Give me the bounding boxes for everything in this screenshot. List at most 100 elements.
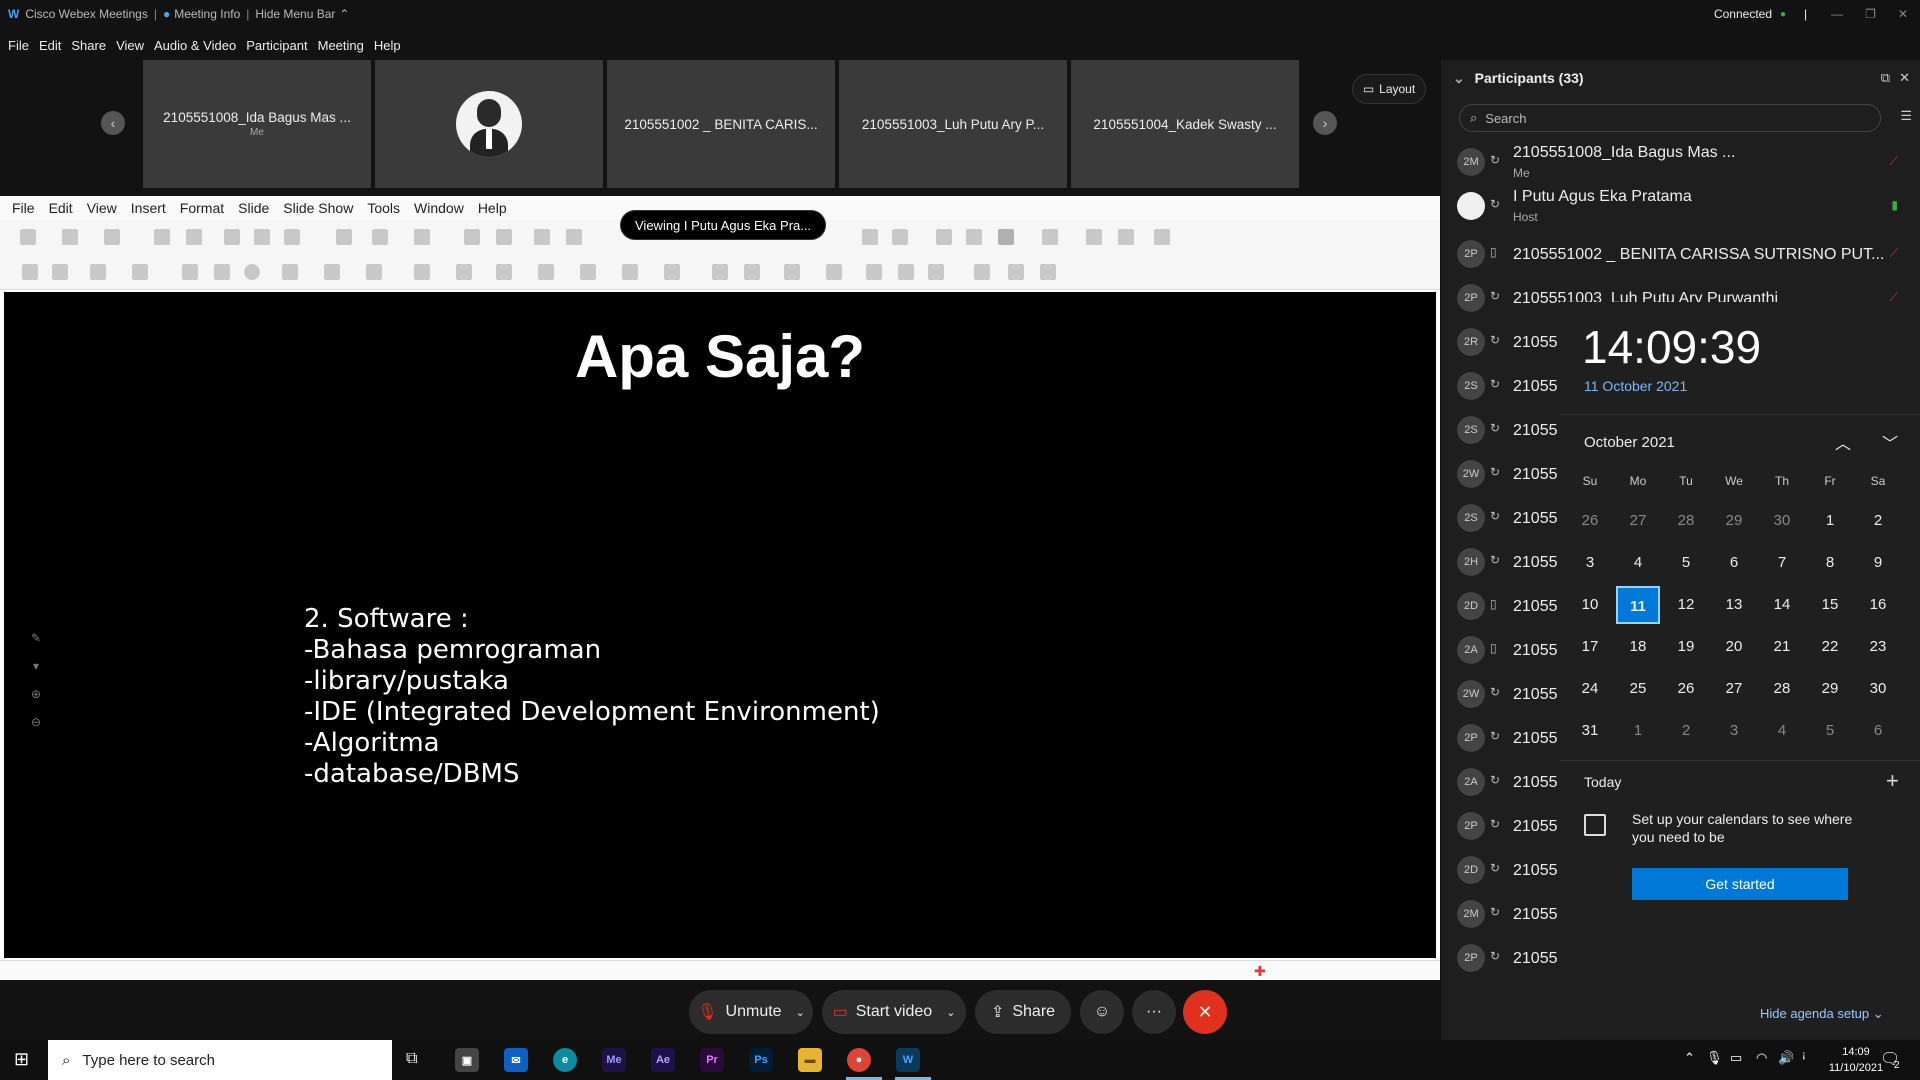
video-thumb[interactable]: 2105551003_Luh Putu Ary P... xyxy=(839,60,1067,188)
app-menu-help[interactable]: Help xyxy=(478,200,507,216)
app-menu-file[interactable]: File xyxy=(12,200,35,216)
app-menu-insert[interactable]: Insert xyxy=(131,200,166,216)
slide-canvas[interactable]: Apa Saja? 2. Software : -Bahasa pemrogra… xyxy=(4,292,1436,958)
clone-icon[interactable] xyxy=(336,229,352,245)
calendar-day[interactable]: 20 xyxy=(1712,628,1756,666)
minimize-icon[interactable]: — xyxy=(1831,7,1843,21)
meeting-info-link[interactable]: Meeting Info xyxy=(174,7,240,21)
calendar-day[interactable]: 6 xyxy=(1712,544,1756,582)
copy-icon[interactable] xyxy=(254,229,270,245)
arrow-icon[interactable] xyxy=(282,264,298,280)
add-event-icon[interactable]: + xyxy=(1886,768,1899,794)
calendar-day[interactable]: 30 xyxy=(1856,670,1900,708)
participants-search-input[interactable]: ⌕ Search xyxy=(1459,104,1881,132)
hyperlink-icon[interactable] xyxy=(966,229,982,245)
menu-participant[interactable]: Participant xyxy=(246,38,307,53)
video-thumb[interactable]: 2105551008_Ida Bagus Mas ... Me xyxy=(143,60,371,188)
app-menu-format[interactable]: Format xyxy=(180,200,224,216)
calendar-day[interactable]: 8 xyxy=(1808,544,1852,582)
paste-icon[interactable] xyxy=(284,229,300,245)
menu-help[interactable]: Help xyxy=(374,38,401,53)
calendar-day[interactable]: 30 xyxy=(1760,502,1804,540)
calendar-day[interactable]: 16 xyxy=(1856,586,1900,624)
save-icon[interactable] xyxy=(104,229,120,245)
ellipse-icon[interactable] xyxy=(244,264,260,280)
volume-icon[interactable]: 🔊 xyxy=(1778,1050,1794,1066)
calendar-day[interactable]: 23 xyxy=(1856,628,1900,666)
chrome-icon[interactable]: ● xyxy=(847,1048,871,1072)
print-icon[interactable] xyxy=(186,229,202,245)
new-icon[interactable] xyxy=(20,229,36,245)
shadow-icon[interactable] xyxy=(866,264,882,280)
spelling-icon[interactable] xyxy=(496,229,512,245)
reactions-button[interactable]: ☺ xyxy=(1080,990,1124,1034)
taskbar-search-input[interactable]: ⌕ Type here to search xyxy=(48,1040,392,1080)
filter-icon[interactable] xyxy=(928,264,944,280)
calendar-day[interactable]: 4 xyxy=(1760,712,1804,750)
calendar-day[interactable]: 15 xyxy=(1808,586,1852,624)
meeting-info-icon[interactable]: ● xyxy=(163,7,170,21)
participants-header[interactable]: ⌄ Participants (33) xyxy=(1453,70,1584,87)
start-video-button[interactable]: ▭ Start video ⌄ xyxy=(822,990,966,1034)
next-month-icon[interactable]: ﹀ xyxy=(1882,430,1898,454)
photoshop-icon[interactable]: Ps xyxy=(749,1048,773,1072)
line-color-icon[interactable] xyxy=(132,264,148,280)
clear-annotation-icon[interactable]: ▾ xyxy=(26,656,46,676)
fill-color-icon[interactable] xyxy=(90,264,106,280)
app-menu-slideshow[interactable]: Slide Show xyxy=(283,200,353,216)
wifi-icon[interactable]: ◠ xyxy=(1756,1050,1767,1066)
chevron-down-icon[interactable]: ⌄ xyxy=(796,1006,805,1019)
more-options-button[interactable]: ··· xyxy=(1132,990,1176,1034)
rectangle-icon[interactable] xyxy=(214,264,230,280)
hide-menu-bar-link[interactable]: Hide Menu Bar xyxy=(255,7,335,21)
flowchart-icon[interactable] xyxy=(538,264,554,280)
participant-row[interactable]: ↻ I Putu Agus Eka Pratama Host ▮ xyxy=(1441,184,1920,228)
calendar-day[interactable]: 25 xyxy=(1616,670,1660,708)
calendar-day[interactable]: 12 xyxy=(1664,586,1708,624)
leave-meeting-button[interactable]: ✕ xyxy=(1183,990,1227,1034)
snap-icon[interactable] xyxy=(1154,229,1170,245)
zoom-icon[interactable] xyxy=(52,264,68,280)
basic-shapes-icon[interactable] xyxy=(414,264,430,280)
align-icon[interactable] xyxy=(744,264,760,280)
app-menu-view[interactable]: View xyxy=(87,200,117,216)
redo-icon[interactable] xyxy=(414,229,430,245)
calendar-day[interactable]: 21 xyxy=(1760,628,1804,666)
display-icon[interactable] xyxy=(1118,229,1134,245)
calendar-day[interactable]: 2 xyxy=(1856,502,1900,540)
symbol-shapes-icon[interactable] xyxy=(456,264,472,280)
distribute-icon[interactable] xyxy=(826,264,842,280)
insert-image-icon[interactable] xyxy=(1008,264,1024,280)
menu-meeting[interactable]: Meeting xyxy=(318,38,364,53)
calendar-day[interactable]: 14 xyxy=(1760,586,1804,624)
get-started-button[interactable]: Get started xyxy=(1632,868,1848,900)
zoom-in-icon[interactable]: ⊕ xyxy=(26,684,46,704)
undo-icon[interactable] xyxy=(372,229,388,245)
video-thumb-host[interactable] xyxy=(375,60,603,188)
calendar-day[interactable]: 26 xyxy=(1568,502,1612,540)
insert-media-icon[interactable] xyxy=(1040,264,1056,280)
calendar-day[interactable]: 1 xyxy=(1808,502,1852,540)
after-effects-icon[interactable]: Ae xyxy=(651,1048,675,1072)
calendar-day[interactable]: 26 xyxy=(1664,670,1708,708)
app-menu-window[interactable]: Window xyxy=(414,200,464,216)
curve-icon[interactable] xyxy=(324,264,340,280)
calendar-day[interactable]: 7 xyxy=(1760,544,1804,582)
battery-icon[interactable]: ▭ xyxy=(1730,1050,1742,1066)
collapse-icon[interactable]: ⌄ xyxy=(1453,70,1465,86)
edge-icon[interactable]: e xyxy=(553,1048,577,1072)
comment-icon[interactable] xyxy=(1042,229,1058,245)
menu-file[interactable]: File xyxy=(8,38,29,53)
arrange-icon[interactable] xyxy=(784,264,800,280)
microphone-icon[interactable]: 🎙 xyxy=(1706,1050,1723,1066)
unmute-button[interactable]: 🎙 Unmute ⌄ xyxy=(689,990,813,1034)
prev-month-icon[interactable]: ︿ xyxy=(1835,430,1851,454)
calendar-day[interactable]: 28 xyxy=(1664,502,1708,540)
menu-share[interactable]: Share xyxy=(71,38,106,53)
thumb-next-button[interactable]: › xyxy=(1313,111,1337,135)
language-icon[interactable]: ꜟ xyxy=(1802,1050,1806,1065)
calendar-day[interactable]: 29 xyxy=(1808,670,1852,708)
calendar-day[interactable]: 9 xyxy=(1856,544,1900,582)
fontwork-icon[interactable] xyxy=(936,229,952,245)
calendar-day-selected[interactable]: 11 xyxy=(1616,586,1660,624)
